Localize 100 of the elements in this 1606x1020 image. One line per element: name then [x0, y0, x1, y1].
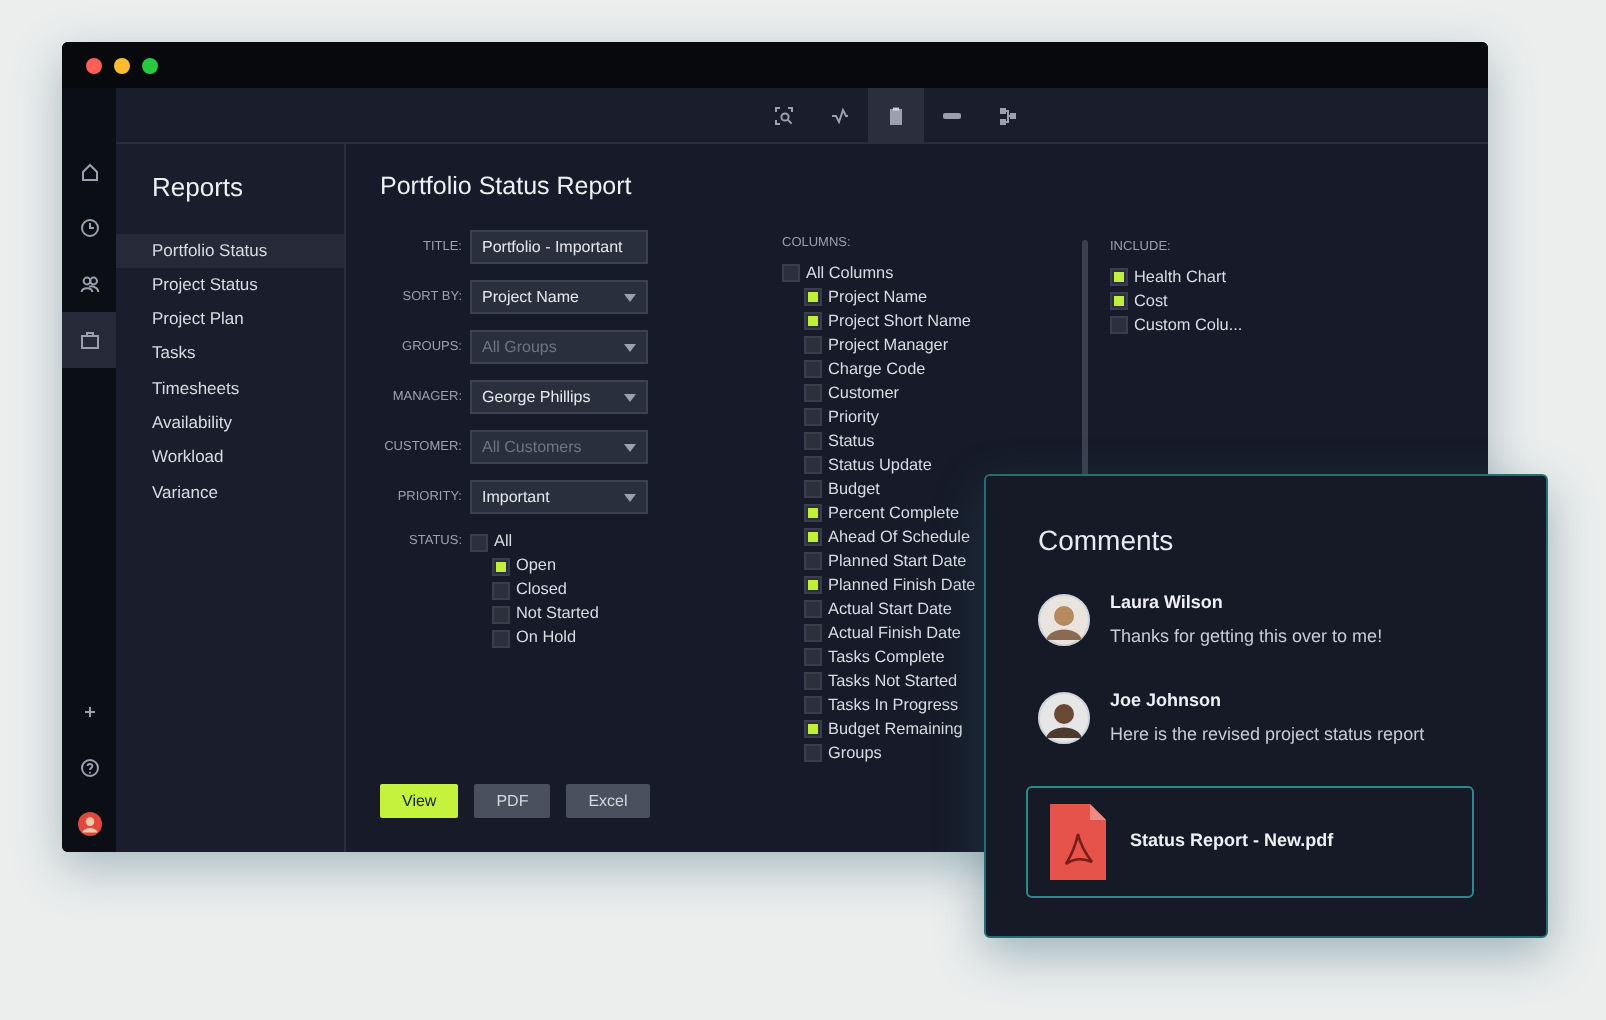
checkbox[interactable]	[492, 581, 510, 599]
close-button[interactable]	[86, 57, 102, 73]
checkbox-label: Budget Remaining	[828, 717, 963, 742]
checkbox[interactable]	[804, 600, 822, 619]
checkbox[interactable]	[782, 264, 800, 283]
checkbox[interactable]	[804, 408, 822, 427]
checkbox-label: Customer	[828, 381, 899, 406]
checkbox[interactable]	[804, 336, 822, 355]
comment-text: Thanks for getting this over to me!	[1110, 624, 1383, 651]
checkbox[interactable]	[804, 288, 822, 307]
commenter-name: Laura Wilson	[1110, 589, 1225, 616]
checkbox[interactable]	[804, 552, 822, 571]
checkbox-label: Actual Start Date	[828, 597, 952, 622]
panel-title: Comments	[1038, 524, 1176, 558]
pdf-file-icon	[1050, 803, 1106, 880]
caret-icon	[624, 393, 636, 401]
avatar	[1038, 692, 1090, 745]
export-button[interactable]: PDF	[474, 784, 551, 818]
input-field[interactable]: Portfolio - Important	[470, 230, 648, 264]
sidebar-item[interactable]: Tasks	[116, 336, 344, 372]
checkbox-label: All Columns	[806, 261, 894, 286]
caret-icon	[624, 493, 636, 501]
sidebar-item[interactable]: Availability	[116, 406, 344, 441]
checkbox[interactable]	[804, 504, 822, 523]
sidebar-item[interactable]: Variance	[116, 475, 344, 510]
checkbox[interactable]	[804, 744, 822, 763]
checkbox-label: Cost	[1134, 289, 1168, 314]
checkbox[interactable]	[492, 557, 510, 575]
checkbox-label: Priority	[828, 405, 879, 430]
sidebar-item[interactable]: Project Plan	[116, 302, 344, 337]
view-button[interactable]: View	[380, 784, 459, 818]
checkbox[interactable]	[804, 624, 822, 643]
checkbox-label: Tasks Complete	[828, 645, 945, 670]
sidebar-item[interactable]: Timesheets	[116, 371, 344, 407]
checkbox-label: Planned Finish Date	[828, 573, 976, 598]
checkbox[interactable]	[804, 696, 822, 715]
sidebar-item[interactable]: Portfolio Status	[116, 233, 344, 268]
home-icon[interactable]	[79, 162, 99, 182]
checkbox[interactable]	[804, 672, 822, 691]
commenter-name: Joe Johnson	[1110, 687, 1224, 714]
checkbox[interactable]	[1110, 316, 1128, 335]
checkbox-label: Not Started	[516, 601, 599, 626]
attachment-name: Status Report - New.pdf	[1130, 828, 1334, 855]
checkbox-label: Planned Start Date	[828, 549, 967, 574]
minimize-button[interactable]	[114, 57, 130, 73]
dropdown[interactable]: George Phillips	[470, 380, 648, 414]
checkbox[interactable]	[804, 384, 822, 403]
checkbox[interactable]	[492, 605, 510, 623]
clock-icon[interactable]	[79, 218, 99, 238]
caret-icon	[624, 343, 636, 351]
checkbox[interactable]	[804, 720, 822, 739]
dropdown[interactable]: Project Name	[470, 280, 648, 314]
sidebar-item[interactable]: Project Status	[116, 267, 344, 303]
checkbox[interactable]	[804, 432, 822, 451]
checkbox-label: Groups	[828, 741, 882, 766]
checkbox[interactable]	[492, 629, 510, 647]
search-icon	[773, 106, 793, 126]
caret-icon	[624, 443, 636, 451]
checkbox-label: Budget	[828, 477, 880, 502]
help-icon[interactable]	[79, 758, 99, 778]
checkbox-label: Percent Complete	[828, 501, 960, 526]
attachment-card[interactable]: Status Report - New.pdf	[1026, 785, 1474, 898]
checkbox[interactable]	[804, 576, 822, 595]
checkbox[interactable]	[804, 312, 822, 331]
checkbox-label: Charge Code	[828, 357, 926, 382]
checkbox[interactable]	[804, 528, 822, 547]
people-icon[interactable]	[79, 274, 99, 294]
checkbox-label: Status	[828, 429, 875, 454]
checkbox[interactable]	[1110, 292, 1128, 311]
checkbox-label: Custom Colu...	[1134, 313, 1243, 338]
clipboard-icon	[885, 106, 905, 126]
checkbox-label: Open	[516, 553, 557, 578]
checkbox[interactable]	[804, 648, 822, 667]
checkbox[interactable]	[804, 456, 822, 475]
plus-icon[interactable]	[79, 702, 99, 722]
checkbox-label: Actual Finish Date	[828, 621, 961, 646]
flow-icon	[997, 106, 1017, 126]
report-title: Portfolio Status Report	[380, 172, 634, 202]
checkbox-label: All	[494, 529, 513, 554]
comment-text: Here is the revised project status report	[1110, 722, 1425, 749]
checkbox[interactable]	[470, 533, 488, 551]
export-button[interactable]: Excel	[566, 784, 650, 818]
checkbox[interactable]	[1110, 268, 1128, 287]
dropdown[interactable]: Important	[470, 480, 648, 514]
sidebar-item[interactable]: Workload	[116, 440, 344, 476]
toolbar-button[interactable]	[867, 88, 923, 144]
checkbox-label: On Hold	[516, 625, 577, 650]
checkbox-label: Health Chart	[1134, 265, 1226, 290]
avatar-icon[interactable]	[77, 812, 101, 836]
checkbox-label: Tasks In Progress	[828, 693, 959, 718]
pulse-icon	[829, 106, 849, 126]
checkbox-label: Closed	[516, 577, 567, 602]
sidebar-title: Reports	[152, 172, 246, 204]
checkbox-label: Tasks Not Started	[828, 669, 958, 694]
avatar	[1038, 594, 1090, 647]
maximize-button[interactable]	[142, 57, 158, 73]
checkbox-label: Ahead Of Schedule	[828, 525, 971, 550]
checkbox[interactable]	[804, 360, 822, 379]
checkbox[interactable]	[804, 480, 822, 499]
scrollbar[interactable]	[1082, 240, 1088, 480]
